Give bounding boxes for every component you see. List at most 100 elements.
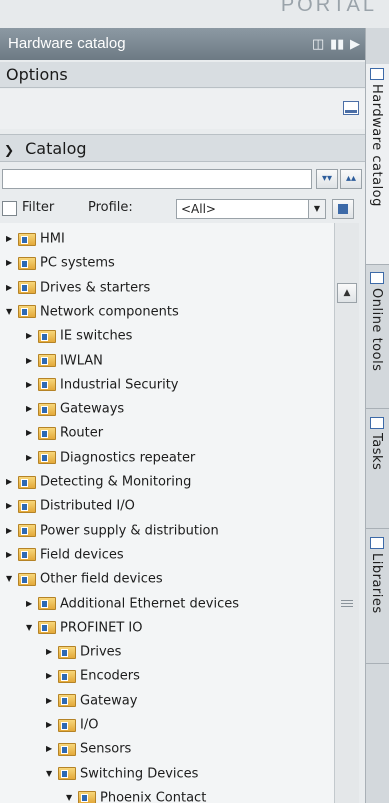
chevron-down-icon[interactable]: ❯	[4, 136, 20, 164]
catalog-search-row: ▾▾ ▴▴	[0, 166, 365, 196]
side-tab-label: Hardware catalog	[369, 84, 384, 207]
tree-item-label: IWLAN	[60, 353, 103, 368]
collapsed-arrow-icon[interactable]: ▶	[6, 543, 18, 567]
catalog-tree: ▶ HMI ▶ PC systems ▶ Drives & starters ▼ Networ…	[0, 223, 334, 803]
tree-item[interactable]: ▶ Diagnostics repeater	[26, 446, 195, 470]
folder-icon	[38, 329, 56, 343]
collapse-arrow-icon[interactable]: ▶	[350, 28, 360, 60]
expanded-arrow-icon[interactable]: ▼	[46, 762, 58, 786]
folder-icon	[58, 694, 76, 708]
profile-settings-icon[interactable]	[332, 199, 354, 219]
tree-item[interactable]: ▶ Distributed I/O	[6, 494, 135, 518]
options-header[interactable]: Options	[0, 62, 365, 88]
tree-item[interactable]: ▶ Gateway	[46, 689, 137, 713]
tree-item[interactable]: ▼ Network components	[6, 300, 179, 324]
tree-item-label: Gateways	[60, 401, 125, 417]
profile-select[interactable]: <All> ▼	[176, 199, 326, 219]
tree-item-label: Encoders	[80, 668, 140, 684]
folder-icon	[38, 378, 56, 392]
collapsed-arrow-icon[interactable]: ▶	[26, 592, 38, 616]
tree-item-label: HMI	[40, 231, 65, 247]
collapsed-arrow-icon[interactable]: ▶	[6, 494, 18, 518]
tree-item-label: Industrial Security	[60, 377, 179, 393]
collapsed-arrow-icon[interactable]: ▶	[46, 713, 58, 737]
collapsed-arrow-icon[interactable]: ▶	[26, 421, 38, 445]
chevron-down-icon[interactable]: ▼	[308, 200, 325, 218]
tree-item[interactable]: ▶ Sensors	[46, 737, 131, 761]
collapsed-arrow-icon[interactable]: ▶	[6, 519, 18, 543]
scroll-up-icon[interactable]: ▲	[337, 283, 357, 303]
tree-item[interactable]: ▶ Additional Ethernet devices	[26, 592, 239, 616]
catalog-header[interactable]: ❯ Catalog	[0, 134, 365, 162]
tree-item[interactable]: ▼ Phoenix Contact	[66, 786, 206, 803]
collapsed-arrow-icon[interactable]: ▶	[46, 689, 58, 713]
float-icon[interactable]: ◫	[312, 28, 324, 60]
side-tab-label: Tasks	[369, 433, 384, 471]
tree-item[interactable]: ▼ PROFINET IO	[26, 616, 143, 640]
tree-item[interactable]: ▶ I/O	[46, 713, 98, 737]
catalog-label: Catalog	[25, 139, 87, 158]
tree-item-label: Drives	[80, 644, 122, 660]
tree-scrollbar[interactable]: ▲	[334, 223, 359, 803]
expanded-arrow-icon[interactable]: ▼	[6, 300, 18, 324]
collapsed-arrow-icon[interactable]: ▶	[46, 737, 58, 761]
tree-item[interactable]: ▶ Industrial Security	[26, 373, 179, 397]
collapsed-arrow-icon[interactable]: ▶	[6, 470, 18, 494]
collapsed-arrow-icon[interactable]: ▶	[46, 664, 58, 688]
folder-icon	[18, 305, 36, 319]
tree-item-label: Phoenix Contact	[100, 790, 207, 803]
pin-icon[interactable]: ▮▮	[330, 28, 344, 60]
tree-item[interactable]: ▶ Router	[26, 421, 103, 445]
options-body	[0, 89, 365, 129]
filter-checkbox[interactable]	[2, 201, 17, 216]
side-tab[interactable]: Libraries	[366, 533, 389, 664]
tree-item[interactable]: ▶ Detecting & Monitoring	[6, 470, 191, 494]
tree-item[interactable]: ▶ PC systems	[6, 251, 115, 275]
side-tab[interactable]: Hardware catalog	[366, 64, 389, 265]
tree-item[interactable]: ▶ IE switches	[26, 324, 132, 348]
expanded-arrow-icon[interactable]: ▼	[26, 616, 38, 640]
tree-item[interactable]: ▼ Switching Devices	[46, 762, 198, 786]
search-up-icon[interactable]: ▴▴	[340, 169, 362, 189]
folder-icon	[18, 499, 36, 513]
tree-item[interactable]: ▶ IWLAN	[26, 349, 103, 373]
tree-item[interactable]: ▶ Drives & starters	[6, 276, 150, 300]
tree-item[interactable]: ▶ HMI	[6, 227, 65, 251]
tree-item[interactable]: ▼ Other field devices	[6, 567, 163, 591]
collapsed-arrow-icon[interactable]: ▶	[6, 276, 18, 300]
options-window-icon[interactable]	[343, 101, 359, 115]
expanded-arrow-icon[interactable]: ▼	[66, 786, 78, 803]
scroll-grip-icon[interactable]	[341, 598, 353, 612]
tree-item-label: Router	[60, 425, 104, 441]
tree-item[interactable]: ▶ Encoders	[46, 664, 140, 688]
folder-icon	[38, 597, 56, 610]
catalog-search-input[interactable]	[2, 169, 312, 189]
collapsed-arrow-icon[interactable]: ▶	[6, 227, 18, 251]
tree-item-label: Distributed I/O	[40, 498, 135, 514]
portal-label: PORTAL	[280, 0, 377, 16]
collapsed-arrow-icon[interactable]: ▶	[46, 640, 58, 664]
collapsed-arrow-icon[interactable]: ▶	[26, 397, 38, 421]
tree-item[interactable]: ▶ Field devices	[6, 543, 124, 567]
tree-item[interactable]: ▶ Gateways	[26, 397, 124, 421]
options-label: Options	[6, 65, 68, 84]
expanded-arrow-icon[interactable]: ▼	[6, 567, 18, 591]
tree-item[interactable]: ▶ Drives	[46, 640, 121, 664]
folder-icon	[18, 524, 36, 538]
tree-item[interactable]: ▶ Power supply & distribution	[6, 519, 219, 543]
side-tab[interactable]: Online tools	[366, 268, 389, 409]
folder-icon	[38, 426, 56, 440]
collapsed-arrow-icon[interactable]: ▶	[26, 324, 38, 348]
search-down-icon[interactable]: ▾▾	[316, 169, 338, 189]
folder-icon	[38, 354, 56, 367]
collapsed-arrow-icon[interactable]: ▶	[26, 373, 38, 397]
folder-icon	[58, 669, 76, 683]
tree-item-label: PROFINET IO	[60, 620, 143, 636]
collapsed-arrow-icon[interactable]: ▶	[6, 251, 18, 275]
collapsed-arrow-icon[interactable]: ▶	[26, 446, 38, 470]
top-strip: PORTAL	[0, 0, 389, 28]
panel-header: Hardware catalog ◫ ▮▮ ▶	[0, 28, 365, 60]
collapsed-arrow-icon[interactable]: ▶	[26, 349, 38, 373]
side-tab[interactable]: Tasks	[366, 413, 389, 529]
folder-icon	[78, 791, 96, 803]
